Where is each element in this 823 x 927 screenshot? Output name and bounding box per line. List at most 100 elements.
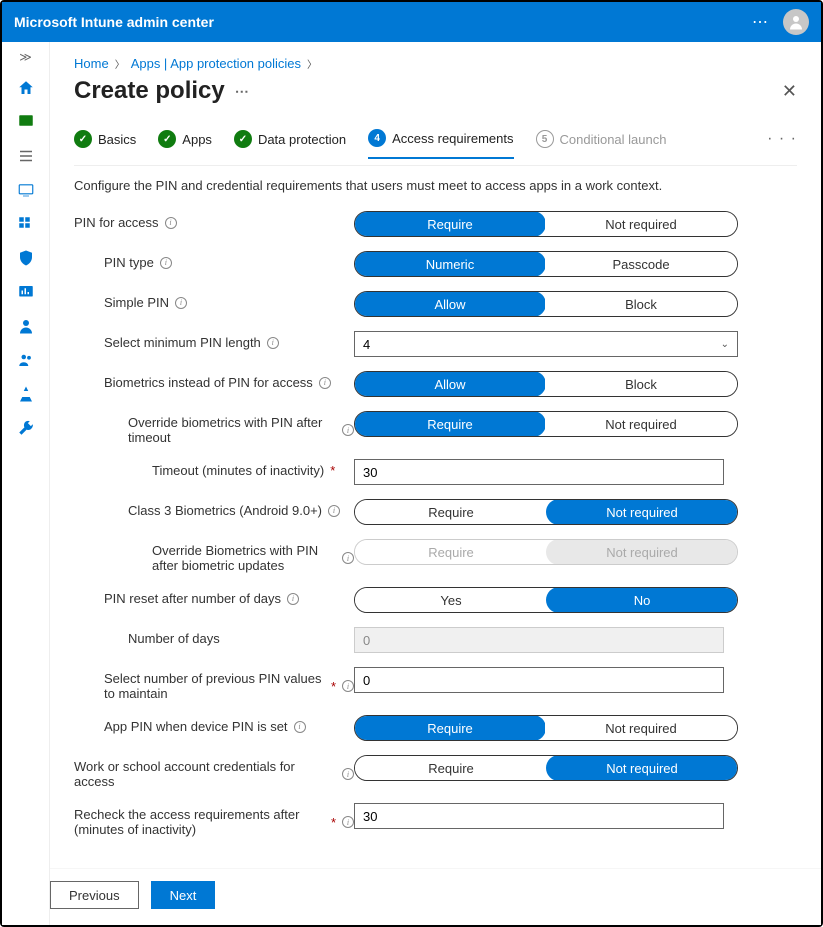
- apps-icon[interactable]: [16, 214, 36, 234]
- breadcrumb-apps[interactable]: Apps | App protection policies: [131, 56, 301, 71]
- pill-option: Require: [355, 540, 547, 564]
- label-min-pin-length: Select minimum PIN length i: [74, 331, 354, 350]
- step-conditional-launch[interactable]: 5 Conditional launch: [536, 130, 667, 158]
- label-text: Biometrics instead of PIN for access: [104, 375, 313, 390]
- pill-option[interactable]: Numeric: [354, 251, 546, 277]
- chevron-down-icon: ⌄: [721, 339, 729, 350]
- page-more-icon[interactable]: ⋯: [235, 83, 249, 100]
- step-basics[interactable]: ✓ Basics: [74, 130, 136, 158]
- control: [354, 459, 738, 485]
- toggle-pin-for-access[interactable]: Require Not required: [354, 211, 738, 237]
- label-biometrics-instead: Biometrics instead of PIN for access i: [74, 371, 354, 390]
- close-icon[interactable]: ✕: [782, 81, 797, 102]
- devices-icon[interactable]: [16, 180, 36, 200]
- step-access-requirements[interactable]: 4 Access requirements: [368, 129, 513, 159]
- info-icon[interactable]: i: [165, 217, 177, 229]
- troubleshoot-icon[interactable]: [16, 418, 36, 438]
- row-previous-pin-count: Select number of previous PIN values to …: [74, 667, 797, 701]
- info-icon[interactable]: i: [319, 377, 331, 389]
- info-icon[interactable]: i: [328, 505, 340, 517]
- label-override-after-update: Override Biometrics with PIN after biome…: [74, 539, 354, 573]
- pill-option[interactable]: Passcode: [545, 252, 737, 276]
- info-icon[interactable]: i: [294, 721, 306, 733]
- info-icon[interactable]: i: [342, 552, 354, 564]
- control: [354, 627, 738, 653]
- input-timeout-minutes[interactable]: [354, 459, 724, 485]
- pill-option[interactable]: Block: [545, 372, 737, 396]
- input-recheck-after[interactable]: [354, 803, 724, 829]
- control: Require Not required: [354, 211, 738, 237]
- topbar-more-icon[interactable]: ⋯: [752, 12, 769, 32]
- pill-option[interactable]: Require: [354, 715, 546, 741]
- tenant-icon[interactable]: [16, 384, 36, 404]
- toggle-app-pin-when-device-pin[interactable]: Require Not required: [354, 715, 738, 741]
- label-simple-pin: Simple PIN i: [74, 291, 354, 310]
- steps-separator: [74, 165, 797, 166]
- steps-more-icon[interactable]: · · ·: [767, 130, 797, 158]
- step-label: Basics: [98, 132, 136, 147]
- control: Require Not required: [354, 715, 738, 741]
- toggle-work-account-creds[interactable]: Require Not required: [354, 755, 738, 781]
- step-data-protection[interactable]: ✓ Data protection: [234, 130, 346, 158]
- toggle-biometrics-instead[interactable]: Allow Block: [354, 371, 738, 397]
- toggle-override-after-update: Require Not required: [354, 539, 738, 565]
- reports-icon[interactable]: [16, 282, 36, 302]
- info-icon[interactable]: i: [342, 680, 354, 692]
- groups-icon[interactable]: [16, 350, 36, 370]
- dashboard-icon[interactable]: [16, 112, 36, 132]
- row-override-after-timeout: Override biometrics with PIN after timeo…: [74, 411, 797, 445]
- intro-text: Configure the PIN and credential require…: [74, 178, 797, 193]
- app-title: Microsoft Intune admin center: [14, 14, 214, 30]
- pill-option[interactable]: Allow: [354, 291, 546, 317]
- info-icon[interactable]: i: [342, 424, 354, 436]
- pill-option[interactable]: Not required: [546, 499, 738, 525]
- pill-option[interactable]: Yes: [355, 588, 547, 612]
- info-icon[interactable]: i: [267, 337, 279, 349]
- pill-option[interactable]: Allow: [354, 371, 546, 397]
- security-icon[interactable]: [16, 248, 36, 268]
- pill-option[interactable]: Not required: [545, 212, 737, 236]
- next-button[interactable]: Next: [151, 881, 216, 909]
- pill-option[interactable]: Not required: [545, 716, 737, 740]
- control: Require Not required: [354, 411, 738, 437]
- row-app-pin-when-device-pin: App PIN when device PIN is set i Require…: [74, 715, 797, 741]
- breadcrumb-home[interactable]: Home: [74, 56, 109, 71]
- toggle-override-after-timeout[interactable]: Require Not required: [354, 411, 738, 437]
- pill-option[interactable]: Require: [355, 756, 547, 780]
- pill-option: Not required: [546, 539, 738, 565]
- pill-option[interactable]: Require: [354, 211, 546, 237]
- avatar[interactable]: [783, 9, 809, 35]
- rail-collapse-icon[interactable]: ≫: [19, 50, 32, 64]
- pill-option[interactable]: No: [546, 587, 738, 613]
- select-min-pin-length[interactable]: 4 ⌄: [354, 331, 738, 357]
- pill-option[interactable]: Not required: [545, 412, 737, 436]
- label-text: Simple PIN: [104, 295, 169, 310]
- list-icon[interactable]: [16, 146, 36, 166]
- pill-option[interactable]: Not required: [546, 755, 738, 781]
- toggle-class3-biometrics[interactable]: Require Not required: [354, 499, 738, 525]
- label-recheck-after: Recheck the access requirements after (m…: [74, 803, 354, 837]
- home-icon[interactable]: [16, 78, 36, 98]
- users-icon[interactable]: [16, 316, 36, 336]
- label-pin-reset-days: PIN reset after number of days i: [74, 587, 354, 606]
- toggle-simple-pin[interactable]: Allow Block: [354, 291, 738, 317]
- control: Require Not required: [354, 539, 738, 565]
- toggle-pin-reset-days[interactable]: Yes No: [354, 587, 738, 613]
- pill-option[interactable]: Require: [354, 411, 546, 437]
- toggle-pin-type[interactable]: Numeric Passcode: [354, 251, 738, 277]
- info-icon[interactable]: i: [175, 297, 187, 309]
- previous-button[interactable]: Previous: [50, 881, 139, 909]
- pill-option[interactable]: Require: [355, 500, 547, 524]
- row-pin-type: PIN type i Numeric Passcode: [74, 251, 797, 277]
- required-mark: *: [330, 463, 335, 478]
- info-icon[interactable]: i: [287, 593, 299, 605]
- info-icon[interactable]: i: [160, 257, 172, 269]
- info-icon[interactable]: i: [342, 768, 354, 780]
- row-timeout-minutes: Timeout (minutes of inactivity) *: [74, 459, 797, 485]
- control: Allow Block: [354, 371, 738, 397]
- input-previous-pin-count[interactable]: [354, 667, 724, 693]
- info-icon[interactable]: i: [342, 816, 354, 828]
- pill-option[interactable]: Block: [545, 292, 737, 316]
- step-apps[interactable]: ✓ Apps: [158, 130, 212, 158]
- label-app-pin-when-device-pin: App PIN when device PIN is set i: [74, 715, 354, 734]
